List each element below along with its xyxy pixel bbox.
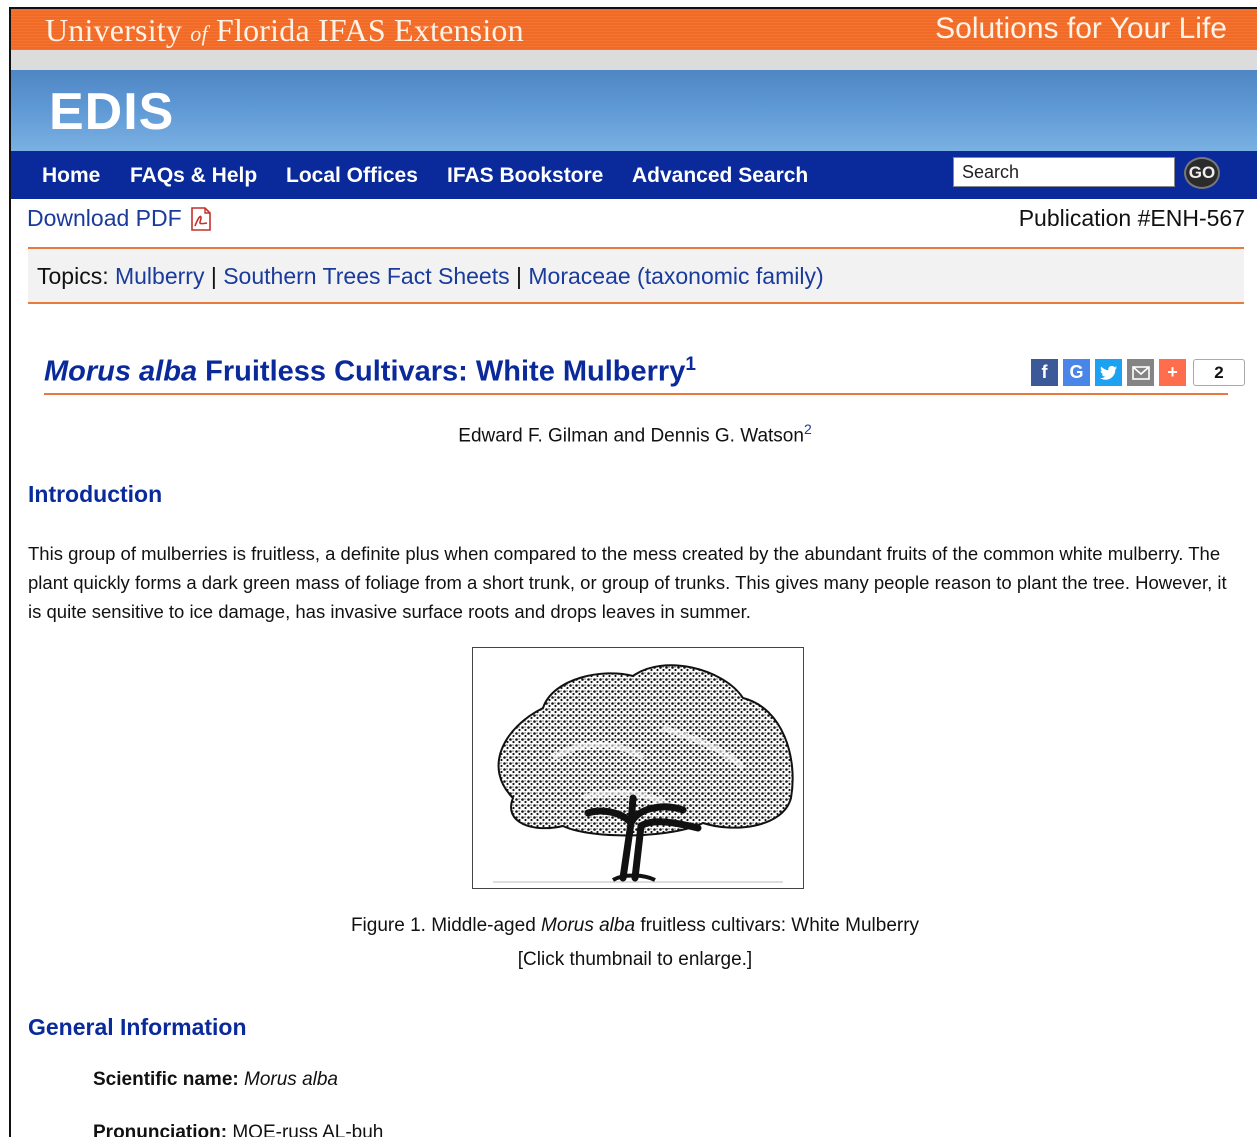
figure-caption: Figure 1. Middle-aged Morus alba fruitle… — [11, 909, 1257, 977]
nav-home[interactable]: Home — [42, 164, 100, 188]
main-nav: Home FAQs & Help Local Offices IFAS Book… — [11, 151, 1257, 199]
facebook-icon[interactable]: f — [1031, 359, 1058, 386]
go-button[interactable]: GO — [1184, 157, 1220, 189]
twitter-icon[interactable] — [1095, 359, 1122, 386]
topic-link-mulberry[interactable]: Mulberry — [115, 263, 204, 289]
plus-icon[interactable]: + — [1159, 359, 1186, 386]
author-footnote-link[interactable]: 2 — [804, 421, 812, 437]
share-toolbar: f G + 2 — [1031, 359, 1245, 386]
email-icon[interactable] — [1127, 359, 1154, 386]
topic-separator: | — [204, 263, 224, 289]
title-divider — [44, 393, 1228, 395]
figure-caption-text: Figure 1. Middle-aged Morus alba fruitle… — [350, 915, 920, 936]
mulberry-tree-illustration — [493, 664, 794, 883]
download-pdf-link[interactable]: Download PDF — [27, 205, 214, 232]
uf-header-bar: University of Florida IFAS Extension Sol… — [11, 9, 1257, 50]
nav-ifas-bookstore[interactable]: IFAS Bookstore — [447, 164, 603, 188]
topic-link-moraceae[interactable]: Moraceae (taxonomic family) — [528, 263, 823, 289]
topics-line: Topics: Mulberry | Southern Trees Fact S… — [37, 263, 824, 290]
pdf-icon — [188, 206, 214, 232]
share-count: 2 — [1193, 359, 1245, 386]
topics-box: Topics: Mulberry | Southern Trees Fact S… — [28, 247, 1244, 304]
download-pdf-label: Download PDF — [27, 205, 182, 231]
tagline: Solutions for Your Life — [935, 12, 1227, 45]
scientific-name-line: Scientific name: Morus alba — [93, 1069, 338, 1090]
topic-separator: | — [509, 263, 529, 289]
page-frame: University of Florida IFAS Extension Sol… — [9, 7, 1257, 1137]
general-information-heading: General Information — [28, 1014, 247, 1040]
uf-ifas-logo-text[interactable]: University of Florida IFAS Extension — [45, 12, 524, 49]
figure-enlarge-hint: [Click thumbnail to enlarge.] — [517, 949, 753, 970]
header-divider-strip — [11, 50, 1257, 70]
introduction-paragraph: This group of mulberries is fruitless, a… — [28, 543, 1227, 622]
figure-thumbnail[interactable] — [472, 647, 804, 889]
search-input[interactable] — [953, 157, 1175, 187]
topics-prefix: Topics: — [37, 263, 115, 289]
edis-logo[interactable]: EDIS — [49, 82, 174, 142]
edis-banner: EDIS — [11, 70, 1257, 151]
nav-advanced-search[interactable]: Advanced Search — [632, 164, 808, 188]
utility-row: Download PDF Publication #ENH-567 — [11, 199, 1257, 240]
title-footnote-link[interactable]: 1 — [685, 354, 696, 375]
authors: Edward F. Gilman and Dennis G. Watson2 — [458, 421, 812, 447]
pronunciation-line: Pronunciation: MOE-russ AL-buh — [93, 1122, 384, 1137]
nav-faqs-help[interactable]: FAQs & Help — [130, 164, 257, 188]
publication-number: Publication #ENH-567 — [1018, 205, 1245, 231]
introduction-heading: Introduction — [28, 481, 163, 507]
topic-link-southern-trees[interactable]: Southern Trees Fact Sheets — [223, 263, 509, 289]
google-icon[interactable]: G — [1063, 359, 1090, 386]
page-title: Morus alba Fruitless Cultivars: White Mu… — [44, 354, 696, 388]
nav-local-offices[interactable]: Local Offices — [286, 164, 418, 188]
